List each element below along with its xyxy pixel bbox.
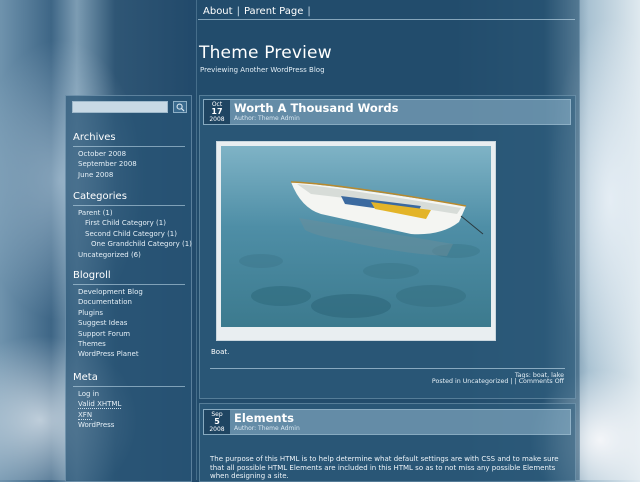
blogroll-link[interactable]: Support Forum (78, 329, 143, 339)
meta-link-xhtml[interactable]: Valid XHTML (78, 399, 122, 410)
meta-link-wordpress[interactable]: WordPress (78, 420, 121, 430)
meta-link-login[interactable]: Log in (78, 389, 121, 399)
archives-title: Archives (73, 132, 116, 143)
date-year: 2008 (209, 426, 225, 433)
category-link[interactable]: Uncategorized (6) (78, 250, 192, 260)
blogroll-title: Blogroll (73, 270, 111, 281)
archive-link[interactable]: September 2008 (78, 159, 137, 169)
valid-xhtml-link[interactable]: Valid XHTML (78, 400, 122, 410)
categories-list: Parent (1) First Child Category (1) Seco… (78, 208, 192, 260)
blogroll-link[interactable]: Themes (78, 339, 143, 349)
categories-title: Categories (73, 191, 127, 202)
nav-separator: | (307, 5, 311, 17)
category-link[interactable]: One Grandchild Category (1) (78, 239, 192, 249)
categories-divider (73, 205, 185, 206)
post-title[interactable]: Worth A Thousand Words (234, 101, 399, 115)
post-date: Sep 5 2008 (204, 410, 230, 434)
nav-link-parent-page[interactable]: Parent Page (244, 6, 303, 17)
post-image-frame (216, 141, 496, 341)
meta-list: Log in Valid XHTML XFN WordPress (78, 389, 122, 431)
blogroll-link[interactable]: Suggest Ideas (78, 318, 143, 328)
meta-divider (73, 386, 185, 387)
blogroll-list: Development Blog Documentation Plugins S… (78, 287, 143, 360)
site-description: Previewing Another WordPress Blog (200, 66, 325, 74)
nav-separator: | (236, 5, 240, 17)
post-author: Author: Theme Admin (234, 115, 300, 122)
post-excerpt: The purpose of this HTML is to help dete… (210, 455, 559, 481)
category-link[interactable]: Second Child Category (1) (78, 229, 192, 239)
nav-divider (198, 19, 575, 20)
meta-link-xfn[interactable]: XFN (78, 410, 121, 420)
category-link[interactable]: Parent (1) (78, 208, 192, 218)
archive-link[interactable]: October 2008 (78, 149, 137, 159)
post-date: Oct 17 2008 (204, 100, 230, 124)
blogroll-link[interactable]: WordPress Planet (78, 349, 143, 359)
search-button[interactable] (173, 101, 187, 113)
search-input[interactable] (72, 101, 168, 113)
blogroll-link[interactable]: Development Blog (78, 287, 143, 297)
boat-photo[interactable] (221, 146, 491, 327)
archives-list: October 2008 September 2008 June 2008 (78, 149, 137, 180)
post-meta[interactable]: Posted in Uncategorized | | Comments Off (432, 378, 564, 385)
site-title[interactable]: Theme Preview (199, 43, 332, 63)
top-navigation: About | Parent Page | (203, 4, 575, 18)
post-caption: Boat. (211, 348, 230, 356)
post-header: Sep 5 2008 Elements Author: Theme Admin (203, 409, 571, 435)
post-title[interactable]: Elements (234, 411, 294, 425)
date-day: 5 (214, 417, 220, 426)
search-icon (176, 103, 185, 112)
sidebar: Archives October 2008 September 2008 Jun… (65, 95, 192, 482)
category-link[interactable]: First Child Category (1) (78, 218, 192, 228)
blogroll-divider (73, 284, 185, 285)
post-author: Author: Theme Admin (234, 425, 300, 432)
archives-divider (73, 146, 185, 147)
post-header: Oct 17 2008 Worth A Thousand Words Autho… (203, 99, 571, 125)
blogroll-link[interactable]: Plugins (78, 308, 143, 318)
post-divider (210, 368, 565, 369)
meta-title: Meta (73, 372, 98, 383)
nav-link-about[interactable]: About (203, 6, 233, 17)
date-day: 17 (211, 107, 223, 116)
archive-link[interactable]: June 2008 (78, 170, 137, 180)
xfn-link[interactable]: XFN (78, 410, 93, 420)
blogroll-link[interactable]: Documentation (78, 297, 143, 307)
date-year: 2008 (209, 116, 225, 123)
